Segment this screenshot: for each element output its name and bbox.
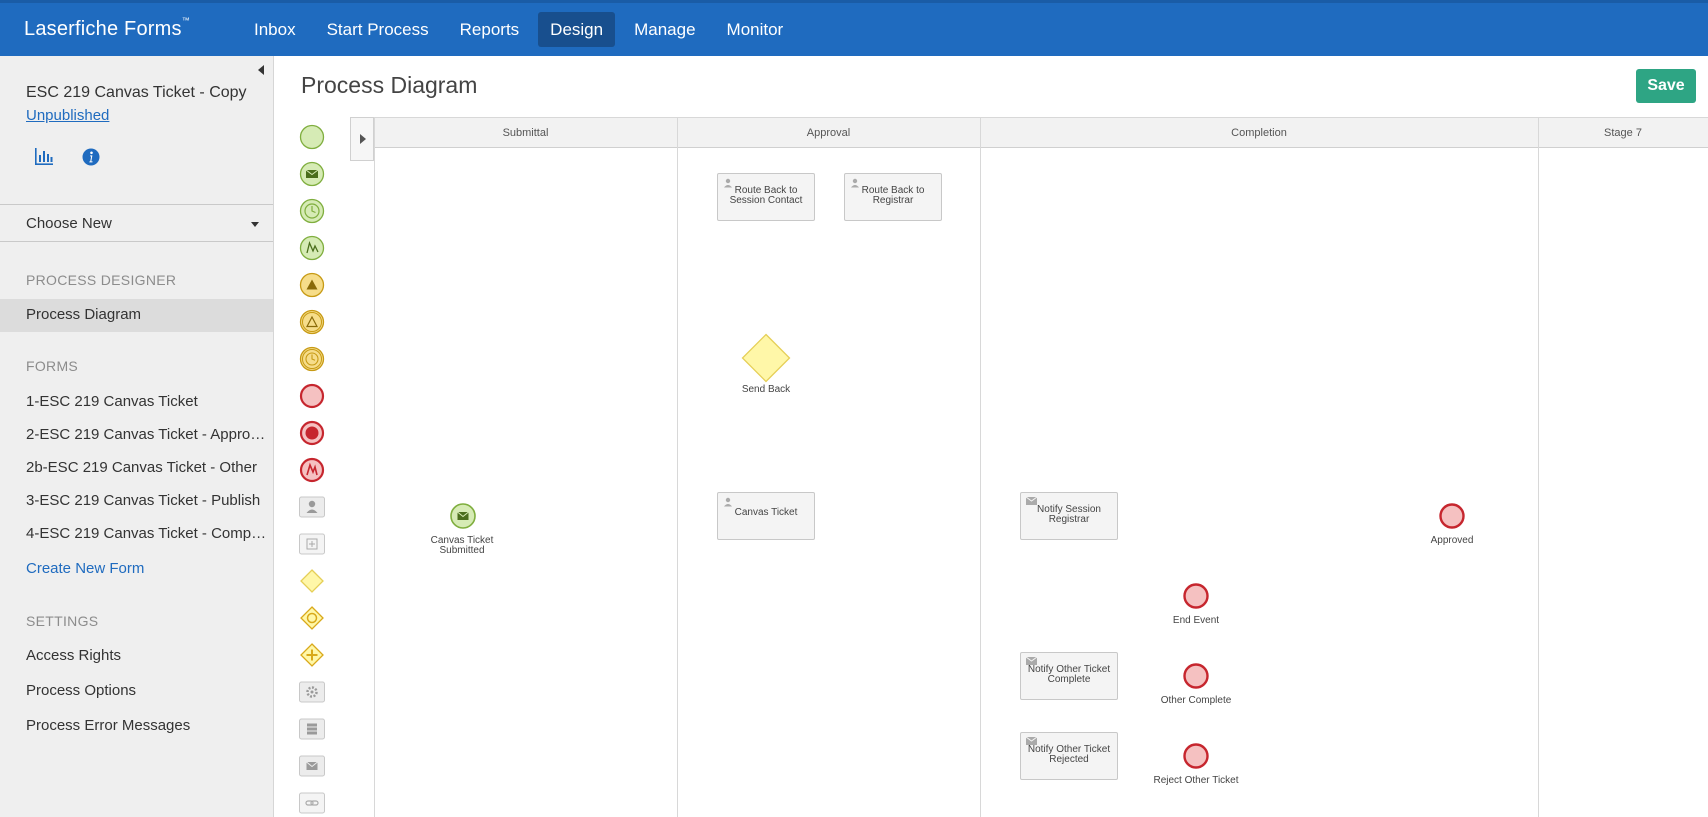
- sidebar-item-process-diagram[interactable]: Process Diagram: [0, 299, 273, 332]
- task-label: Canvas Ticket: [734, 507, 798, 518]
- exclusive-gateway-icon[interactable]: [298, 567, 326, 595]
- task-label: Route Back to Session Contact: [729, 185, 803, 206]
- save-button[interactable]: Save: [1636, 69, 1696, 103]
- task-notify-other-ticket-rejected[interactable]: Notify Other Ticket Rejected: [1020, 732, 1118, 780]
- nav-monitor[interactable]: Monitor: [715, 12, 796, 47]
- service-task-icon[interactable]: [298, 678, 326, 706]
- gateway-label: Send Back: [741, 384, 791, 395]
- process-designer-heading: PROCESS DESIGNER: [26, 272, 177, 288]
- sidebar-form-2b[interactable]: 2b-ESC 219 Canvas Ticket - Other: [0, 452, 273, 485]
- message-start-event-icon[interactable]: [298, 160, 326, 188]
- task-label: Notify Other Ticket Rejected: [1027, 744, 1111, 765]
- shape-palette: [296, 120, 332, 817]
- parallel-gateway-icon[interactable]: [298, 641, 326, 669]
- task-route-back-session-contact[interactable]: Route Back to Session Contact: [717, 173, 815, 221]
- lane-header-approval[interactable]: Approval: [677, 117, 980, 148]
- start-event-icon[interactable]: [298, 123, 326, 151]
- sidebar: ESC 219 Canvas Ticket - Copy Unpublished…: [0, 56, 274, 817]
- main-nav: Inbox Start Process Reports Design Manag…: [242, 12, 802, 47]
- lane-divider: [980, 117, 981, 817]
- end-event-label: Reject Other Ticket: [1153, 775, 1239, 786]
- task-label: Notify Other Ticket Complete: [1027, 664, 1111, 685]
- page-title: Process Diagram: [301, 72, 478, 98]
- choose-new-label: Choose New: [26, 215, 112, 232]
- task-label: Notify Session Registrar: [1037, 504, 1101, 525]
- forms-heading: FORMS: [26, 358, 79, 374]
- sidebar-item-access-rights[interactable]: Access Rights: [0, 640, 273, 673]
- sidebar-form-1[interactable]: 1-ESC 219 Canvas Ticket: [0, 386, 273, 419]
- error-end-event-icon[interactable]: [298, 456, 326, 484]
- escalation-event-icon[interactable]: [298, 271, 326, 299]
- subprocess-icon[interactable]: [298, 530, 326, 558]
- lane-header-completion[interactable]: Completion: [980, 117, 1538, 148]
- settings-heading: SETTINGS: [26, 613, 99, 629]
- sidebar-form-3[interactable]: 3-ESC 219 Canvas Ticket - Publish: [0, 485, 273, 518]
- nav-design[interactable]: Design: [538, 12, 616, 47]
- end-event-reject-other-ticket[interactable]: [1182, 742, 1210, 770]
- task-route-back-registrar[interactable]: Route Back to Registrar: [844, 173, 942, 221]
- lane-header-submittal[interactable]: Submittal: [374, 117, 677, 148]
- info-icon[interactable]: [80, 146, 102, 168]
- message-start-event[interactable]: [449, 502, 477, 530]
- email-task-icon[interactable]: [298, 752, 326, 780]
- exclusive-gateway-send-back[interactable]: [741, 333, 791, 383]
- start-event-label: Canvas Ticket Submitted: [430, 535, 494, 556]
- sidebar-form-2[interactable]: 2-ESC 219 Canvas Ticket - Appro…: [0, 419, 273, 452]
- inclusive-gateway-icon[interactable]: [298, 604, 326, 632]
- sidebar-item-process-error-messages[interactable]: Process Error Messages: [0, 710, 273, 743]
- script-task-icon[interactable]: [298, 715, 326, 743]
- app-window: Laserfiche Forms™ Inbox Start Process Re…: [0, 0, 1708, 817]
- process-title: ESC 219 Canvas Ticket - Copy: [26, 84, 247, 101]
- nav-reports[interactable]: Reports: [448, 12, 532, 47]
- envelope-icon: [1026, 497, 1037, 505]
- signal-start-event-icon[interactable]: [298, 234, 326, 262]
- lane-expand-toggle[interactable]: [350, 117, 374, 161]
- nav-inbox[interactable]: Inbox: [242, 12, 308, 47]
- nav-start-process[interactable]: Start Process: [315, 12, 441, 47]
- link-icon[interactable]: [298, 789, 326, 817]
- top-nav-bar: Laserfiche Forms™ Inbox Start Process Re…: [0, 0, 1708, 56]
- end-event-label: Other Complete: [1160, 695, 1232, 706]
- terminate-end-event-icon[interactable]: [298, 419, 326, 447]
- timer-start-event-icon[interactable]: [298, 197, 326, 225]
- lane-divider: [677, 117, 678, 817]
- lane-header-stage-7[interactable]: Stage 7: [1538, 117, 1708, 148]
- end-event-other-complete[interactable]: [1182, 662, 1210, 690]
- lane-divider: [374, 117, 375, 817]
- task-canvas-ticket[interactable]: Canvas Ticket: [717, 492, 815, 540]
- create-new-form-link[interactable]: Create New Form: [0, 553, 273, 586]
- caret-down-icon: [251, 222, 259, 227]
- choose-new-dropdown[interactable]: Choose New: [0, 204, 273, 242]
- sidebar-item-process-options[interactable]: Process Options: [0, 675, 273, 708]
- nav-manage[interactable]: Manage: [622, 12, 707, 47]
- brand-logo[interactable]: Laserfiche Forms™: [24, 16, 190, 41]
- end-event-approved[interactable]: [1438, 502, 1466, 530]
- end-event-icon[interactable]: [298, 382, 326, 410]
- task-notify-session-registrar[interactable]: Notify Session Registrar: [1020, 492, 1118, 540]
- user-task-icon[interactable]: [298, 493, 326, 521]
- sidebar-form-4[interactable]: 4-ESC 219 Canvas Ticket - Comp…: [0, 518, 273, 551]
- end-event-label: End Event: [1172, 615, 1220, 626]
- diagram-canvas[interactable]: Submittal Approval Completion Stage 7 Ro…: [350, 117, 1708, 817]
- lane-divider: [1538, 117, 1539, 817]
- user-icon: [724, 497, 732, 507]
- publish-status-link[interactable]: Unpublished: [26, 107, 109, 124]
- task-label: Route Back to Registrar: [861, 185, 925, 206]
- end-event-label: Approved: [1430, 535, 1474, 546]
- end-event-end-event[interactable]: [1182, 582, 1210, 610]
- task-notify-other-ticket-complete[interactable]: Notify Other Ticket Complete: [1020, 652, 1118, 700]
- bar-chart-icon[interactable]: [33, 146, 55, 168]
- intermediate-escalation-event-icon[interactable]: [298, 308, 326, 336]
- intermediate-timer-event-icon[interactable]: [298, 345, 326, 373]
- caret-right-icon: [360, 134, 366, 144]
- collapse-sidebar-icon[interactable]: [258, 65, 264, 75]
